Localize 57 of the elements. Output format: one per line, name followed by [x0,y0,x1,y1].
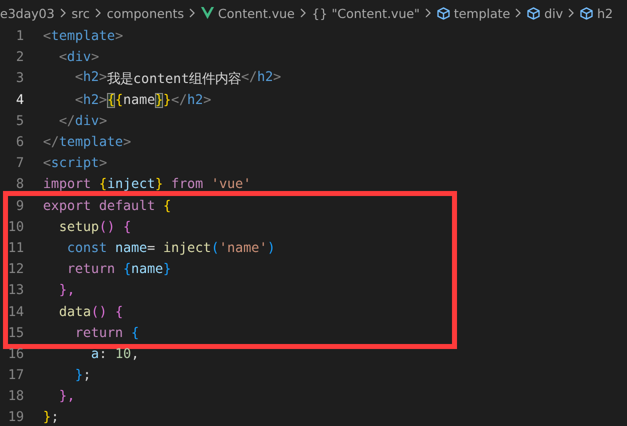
code-line: }, [58,283,76,298]
breadcrumb-item[interactable]: Content.vue [218,6,295,20]
code-line: import {inject} from 'vue' [43,177,252,192]
line-number: 5 [14,114,24,129]
code-line: <template> [43,29,124,44]
line-number: 19 [6,410,24,426]
code-line: <h2>我是content组件内容</h2> [74,70,282,88]
line-number: 15 [6,326,24,341]
chevron-icon [189,8,196,18]
code-line: const name= inject('name') [66,240,276,256]
chevron-icon [568,8,576,18]
cube-icon [580,6,594,20]
code-line: }; [74,368,92,384]
line-number: 12 [6,262,24,278]
line-number: 3 [14,71,24,86]
chevron-icon [60,8,67,18]
breadcrumb-item[interactable]: div [544,6,564,20]
code-line: </template> [43,135,132,150]
code-line: return { [74,326,140,341]
line-number: 17 [6,368,24,384]
line-number: 6 [14,135,24,150]
line-number: 9 [14,198,24,214]
cube-icon [527,6,540,20]
chevron-icon [94,8,102,18]
chevron-icon [515,8,522,18]
code-line: </div> [58,114,108,129]
breadcrumb-item[interactable]: {} "Content.vue" [312,6,420,20]
code-line: a: 10, [90,346,140,362]
line-number: 10 [6,220,24,235]
line-number: 4 [14,92,24,108]
code-line: <h2>{{name}}</h2> [74,92,212,108]
cube-icon [436,6,450,20]
code-line: }; [43,410,60,426]
line-number: 13 [6,283,24,298]
vue-icon [201,7,214,19]
line-number: 18 [6,389,24,404]
code-line: setup() { [58,220,132,235]
line-number: 8 [14,177,24,192]
chevron-icon [424,8,432,18]
breadcrumb-item[interactable]: template [454,6,510,20]
code-line: export default { [43,198,172,214]
code-line: data() { [58,304,124,320]
code-line: }, [58,389,76,404]
breadcrumb-item[interactable]: e3day03 [0,6,55,20]
line-number: 14 [6,304,24,320]
code-line: return {name} [66,262,172,278]
line-number: 2 [14,50,24,66]
line-number: 16 [6,346,24,362]
breadcrumb-item[interactable]: src [72,6,90,20]
line-number: 7 [14,156,24,172]
code-line: <div> [58,50,100,66]
chevron-icon [300,8,307,18]
code-line: <script> [43,156,108,172]
line-number: 11 [6,240,24,256]
breadcrumb-item[interactable]: components [106,6,184,20]
line-number: 1 [14,29,24,44]
breadcrumb-item[interactable]: h2 [597,6,613,20]
